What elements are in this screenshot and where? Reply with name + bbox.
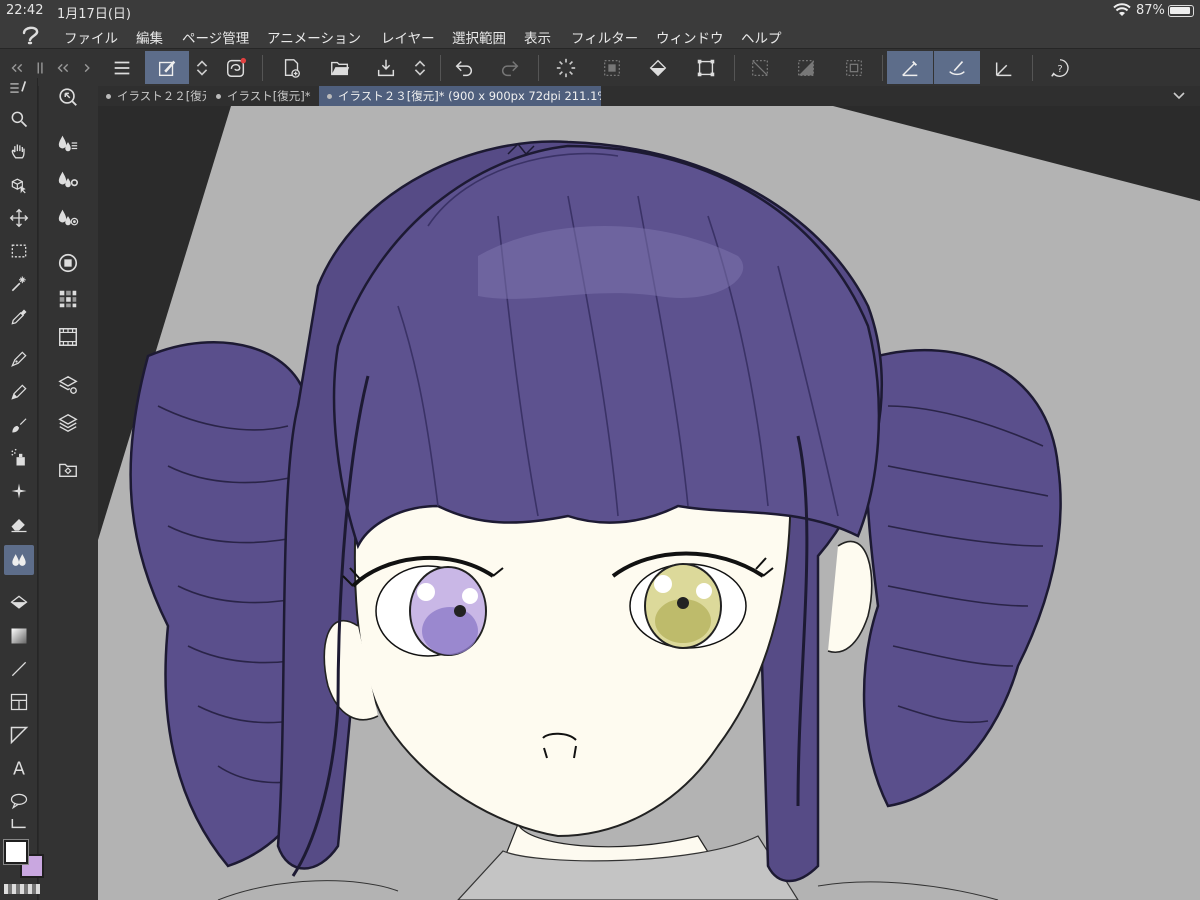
menu-page-management[interactable]: ページ管理 <box>182 27 249 47</box>
menu-selection[interactable]: 選択範囲 <box>452 27 506 47</box>
layer-property-icon[interactable] <box>53 370 83 400</box>
animation-timeline-icon[interactable] <box>53 322 83 352</box>
illustration-artwork <box>98 106 1200 900</box>
menu-animation[interactable]: アニメーション <box>267 27 361 47</box>
transform-icon[interactable] <box>686 51 726 84</box>
selection-icon[interactable] <box>4 236 34 266</box>
sub-tool-list-icon[interactable] <box>53 128 83 158</box>
new-file-icon[interactable] <box>272 51 312 84</box>
transparent-color-chip[interactable] <box>4 884 40 894</box>
wifi-icon <box>1113 3 1131 16</box>
tab-document-2[interactable]: イラスト[復元]* <box>208 86 316 106</box>
color-set-icon[interactable] <box>53 284 83 314</box>
tab-modified-dot <box>216 93 221 99</box>
menu-bar: ファイル 編集 ページ管理 アニメーション レイヤー 選択範囲 表示 フィルター… <box>0 22 1200 48</box>
menu-layer[interactable]: レイヤー <box>381 27 435 47</box>
tab-document-1[interactable]: イラスト２２[復元 <box>98 86 206 106</box>
eyedropper-icon[interactable] <box>4 302 34 332</box>
gradient-icon[interactable] <box>4 621 34 651</box>
airbrush-icon[interactable] <box>4 443 34 473</box>
tab-list-chevron-icon[interactable] <box>1172 89 1186 103</box>
document-tabs: イラスト２２[復元 イラスト[復元]* イラスト２３[復元]* (900 x 9… <box>98 86 1200 106</box>
material-icon[interactable] <box>53 454 83 484</box>
svg-text:?: ? <box>1057 64 1062 75</box>
ruler-icon[interactable] <box>4 720 34 750</box>
menu-file[interactable]: ファイル <box>64 27 118 47</box>
eraser-icon[interactable] <box>4 509 34 539</box>
object-select-icon[interactable] <box>4 170 34 200</box>
redo-icon[interactable] <box>490 51 530 84</box>
menu-edit[interactable]: 編集 <box>136 27 163 47</box>
decoration-icon[interactable] <box>4 476 34 506</box>
menu-collapse-icon[interactable] <box>2 78 32 98</box>
correct-line-icon[interactable] <box>4 816 34 832</box>
brush-icon[interactable] <box>4 410 34 440</box>
menu-view[interactable]: 表示 <box>524 27 551 47</box>
battery-percent: 87% <box>1136 3 1165 18</box>
save-icon[interactable] <box>366 51 406 84</box>
save-options-toggle-icon[interactable] <box>408 51 432 84</box>
color-wheel-icon[interactable] <box>53 248 83 278</box>
drawing-canvas[interactable] <box>98 106 1200 900</box>
tab-label: イラスト２２[復元 <box>117 89 206 103</box>
status-time: 22:42 <box>6 3 44 18</box>
hand-icon[interactable] <box>4 137 34 167</box>
status-bar: 22:42 1月17日(日) 87% <box>0 0 1200 22</box>
undo-icon[interactable] <box>444 51 484 84</box>
text-icon[interactable]: A <box>4 753 34 783</box>
sub-tool-palette <box>39 78 98 900</box>
pen-icon[interactable] <box>4 344 34 374</box>
color-indicator <box>0 834 46 900</box>
expand-selection-icon[interactable] <box>834 51 874 84</box>
menu-help[interactable]: ヘルプ <box>741 27 782 47</box>
navigator-icon[interactable] <box>53 82 83 112</box>
invert-selection-icon[interactable] <box>786 51 826 84</box>
hamburger-menu-icon[interactable] <box>102 51 142 84</box>
frame-icon[interactable] <box>4 687 34 717</box>
tab-modified-dot <box>106 93 111 99</box>
tab-label: イラスト[復元]* <box>227 89 311 103</box>
fill-icon[interactable] <box>4 588 34 618</box>
snap-to-ruler-icon[interactable] <box>887 51 933 84</box>
svg-text:A: A <box>13 760 25 778</box>
balloon-icon[interactable] <box>4 786 34 816</box>
snap-to-grid-icon[interactable] <box>984 51 1024 84</box>
menu-window[interactable]: ウィンドウ <box>656 27 724 47</box>
toggle-up-down-icon[interactable] <box>190 51 214 84</box>
move-icon[interactable] <box>4 203 34 233</box>
cloud-sync-icon[interactable] <box>216 51 256 84</box>
deselect-icon[interactable] <box>740 51 780 84</box>
tab-modified-dot <box>327 93 332 99</box>
blend-icon[interactable] <box>4 545 34 575</box>
pencil-icon[interactable] <box>4 377 34 407</box>
magic-wand-icon[interactable] <box>4 269 34 299</box>
help-icon[interactable]: ? <box>1040 51 1080 84</box>
battery-icon <box>1168 5 1194 17</box>
app-logo-icon[interactable] <box>20 25 42 45</box>
edit-tool-icon[interactable] <box>145 51 189 84</box>
line-icon[interactable] <box>4 654 34 684</box>
tab-document-3[interactable]: イラスト２３[復元]* (900 x 900px 72dpi 211.1%) <box>319 86 601 106</box>
tab-label: イラスト２３[復元]* (900 x 900px 72dpi 211.1%) <box>338 89 601 103</box>
tool-property-icon[interactable] <box>53 164 83 194</box>
fill-command-icon[interactable] <box>638 51 678 84</box>
main-color-chip[interactable] <box>3 839 29 865</box>
clear-selection-icon[interactable] <box>592 51 632 84</box>
status-date: 1月17日(日) <box>57 7 131 22</box>
open-file-icon[interactable] <box>320 51 360 84</box>
tool-palette: A <box>0 78 38 900</box>
loading-icon[interactable] <box>546 51 586 84</box>
menu-filter[interactable]: フィルター <box>571 27 638 47</box>
command-bar: ? <box>0 48 1200 86</box>
brush-size-icon[interactable] <box>53 202 83 232</box>
layer-icon[interactable] <box>53 408 83 438</box>
magnifier-icon[interactable] <box>4 104 34 134</box>
snap-to-special-ruler-icon[interactable] <box>934 51 980 84</box>
